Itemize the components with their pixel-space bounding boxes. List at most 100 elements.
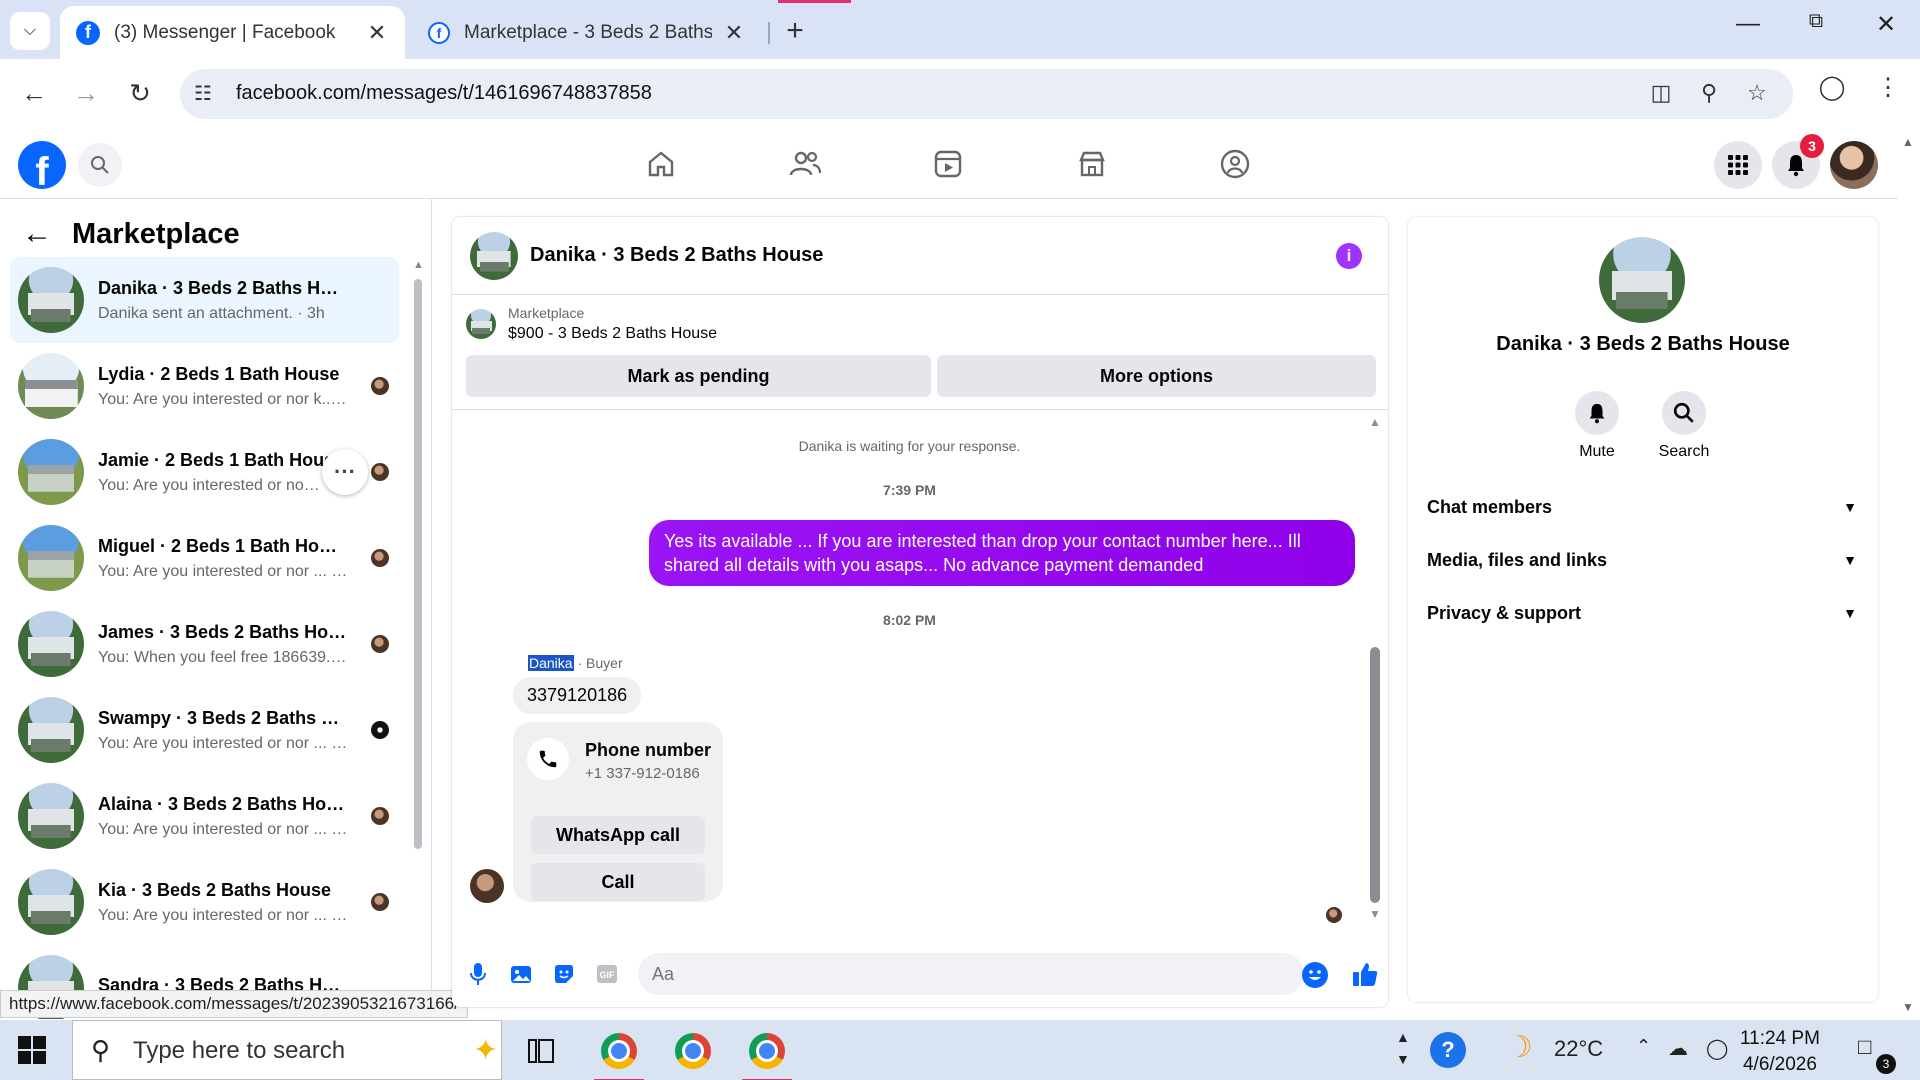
more-options-button[interactable]: More options — [937, 355, 1376, 397]
back-arrow-icon[interactable]: ← — [22, 217, 52, 251]
chat-title[interactable]: Danika · 3 Beds 2 Baths House — [530, 244, 823, 267]
conversation-item[interactable]: James · 3 Beds 2 Baths House You: When y… — [10, 601, 399, 687]
menu-button[interactable] — [1714, 141, 1762, 189]
taskbar-chrome-3[interactable] — [738, 1026, 796, 1080]
conversation-item[interactable]: Lydia · 2 Beds 1 Bath House You: Are you… — [10, 343, 399, 429]
temperature-text[interactable]: 22°C — [1554, 1036, 1603, 1062]
page-scrollbar[interactable] — [1898, 129, 1920, 1019]
install-app-icon[interactable]: ◫ — [1646, 80, 1676, 106]
chat-scroll-down-icon[interactable]: ▼ — [1369, 907, 1381, 921]
nav-groups[interactable] — [1205, 139, 1265, 189]
profile-avatar[interactable] — [1599, 237, 1685, 323]
sidebar-scroll-up-icon[interactable]: ▲ — [413, 259, 424, 271]
microphone-icon[interactable] — [465, 961, 491, 987]
listing-thumbnail — [18, 525, 84, 591]
sender-avatar[interactable] — [470, 869, 504, 903]
tab-search-button[interactable]: ⌵ — [10, 12, 50, 50]
sync-icon[interactable]: ◯ — [1706, 1036, 1728, 1061]
help-icon[interactable]: ? — [1430, 1032, 1466, 1068]
call-button[interactable]: Call — [531, 863, 705, 901]
incoming-message-bubble[interactable]: 3379120186 — [513, 677, 642, 714]
weather-icon[interactable]: ☽ — [1506, 1030, 1533, 1065]
sidebar-scrollbar[interactable] — [414, 279, 422, 849]
emoji-icon[interactable] — [1302, 962, 1328, 988]
tab-messenger[interactable]: f (3) Messenger | Facebook ✕ — [60, 6, 405, 59]
section-chat-members[interactable]: Chat members ▼ — [1427, 487, 1857, 527]
section-privacy-support[interactable]: Privacy & support ▼ — [1427, 593, 1857, 633]
restore-button[interactable]: ⧉ — [1796, 10, 1836, 33]
conversation-item[interactable]: Jamie · 2 Beds 1 Bath House You: Are you… — [10, 429, 399, 515]
conversation-more-button[interactable]: ··· — [322, 449, 368, 495]
sender-name: Danika — [528, 655, 574, 671]
thumbs-up-icon[interactable] — [1350, 959, 1380, 989]
show-hidden-icons-icon[interactable]: ⌃ — [1636, 1036, 1651, 1057]
close-tab-icon[interactable]: ✕ — [365, 20, 389, 46]
conversation-name: Lydia · 2 Beds 1 Bath House — [98, 363, 340, 384]
facebook-search-button[interactable] — [78, 143, 122, 187]
taskbar-chrome-2[interactable] — [664, 1026, 722, 1076]
close-window-button[interactable]: ✕ — [1866, 10, 1906, 39]
facebook-logo-icon[interactable]: f — [18, 141, 66, 189]
profile-icon[interactable]: ◯ — [1814, 73, 1850, 102]
facebook-favicon-icon: f — [428, 21, 450, 44]
close-tab-icon[interactable]: ✕ — [722, 20, 746, 46]
zoom-icon[interactable]: ⚲ — [1694, 80, 1724, 106]
tab-marketplace[interactable]: f Marketplace - 3 Beds 2 Baths H ✕ — [412, 6, 762, 59]
conversation-item[interactable]: Alaina · 3 Beds 2 Baths House You: Are y… — [10, 773, 399, 859]
taskbar-scroll-arrows-icon[interactable]: ▲ ▼ — [1396, 1026, 1410, 1070]
section-media-files-links[interactable]: Media, files and links ▼ — [1427, 540, 1857, 580]
minimize-button[interactable]: — — [1728, 10, 1768, 38]
listing-thumbnail — [18, 353, 84, 419]
taskbar-chrome-1[interactable] — [590, 1026, 648, 1080]
listing-thumbnail — [18, 267, 84, 333]
system-clock[interactable]: 11:24 PM 4/6/2026 — [1740, 1026, 1820, 1078]
marketplace-listing-context[interactable]: Marketplace $900 - 3 Beds 2 Baths House — [466, 305, 717, 343]
back-button[interactable]: ← — [14, 73, 54, 113]
scroll-down-arrow-icon[interactable]: ▼ — [1902, 1000, 1914, 1014]
chat-avatar[interactable] — [470, 231, 518, 280]
sticker-icon[interactable] — [551, 961, 577, 987]
gif-icon[interactable]: GIF — [594, 961, 620, 987]
clock-date: 4/6/2026 — [1742, 1054, 1817, 1075]
mute-action[interactable]: Mute — [1557, 391, 1637, 461]
scroll-up-arrow-icon[interactable]: ▲ — [1902, 135, 1914, 149]
tab-title: Marketplace - 3 Beds 2 Baths H — [464, 21, 712, 43]
forward-button[interactable]: → — [66, 73, 106, 113]
site-info-icon[interactable]: ☷ — [194, 81, 212, 106]
read-receipt-avatar — [371, 807, 389, 825]
new-tab-button[interactable]: + — [778, 14, 812, 48]
bookmark-star-icon[interactable]: ☆ — [1742, 80, 1772, 106]
read-receipt-avatar — [371, 377, 389, 395]
task-view-button[interactable] — [512, 1026, 570, 1076]
chat-pane: Danika · 3 Beds 2 Baths House i Marketpl… — [452, 217, 1388, 1007]
reload-button[interactable]: ↻ — [120, 73, 160, 113]
message-input[interactable] — [638, 953, 1304, 995]
windows-start-button[interactable] — [18, 1036, 46, 1064]
info-icon[interactable]: i — [1336, 243, 1362, 269]
conversation-item[interactable]: Miguel · 2 Beds 1 Bath House You: Are yo… — [10, 515, 399, 601]
context-label: Marketplace — [508, 305, 585, 321]
search-action[interactable]: Search — [1644, 391, 1724, 461]
photo-icon[interactable] — [508, 961, 534, 987]
chat-scroll-up-icon[interactable]: ▲ — [1369, 415, 1381, 429]
conversation-item[interactable]: Swampy · 3 Beds 2 Baths Ho... You: Are y… — [10, 687, 399, 773]
bell-icon — [1788, 155, 1804, 177]
nav-video[interactable] — [918, 139, 978, 189]
outgoing-message-bubble[interactable]: Yes its available ... If you are interes… — [649, 520, 1355, 586]
address-bar[interactable]: ☷ facebook.com/messages/t/14616967488378… — [180, 69, 1793, 119]
account-avatar[interactable] — [1830, 141, 1878, 189]
taskbar-search-box[interactable]: ⚲ Type here to search ✦ — [72, 1020, 502, 1080]
conversation-item[interactable]: Kia · 3 Beds 2 Baths House You: Are you … — [10, 859, 399, 945]
network-icon[interactable]: ☁ — [1668, 1036, 1688, 1061]
url-text[interactable]: facebook.com/messages/t/1461696748837858 — [236, 82, 652, 105]
section-label: Media, files and links — [1427, 549, 1608, 570]
chat-scrollbar[interactable] — [1370, 647, 1380, 903]
nav-friends[interactable] — [775, 139, 835, 189]
nav-home[interactable] — [631, 139, 691, 189]
whatsapp-call-button[interactable]: WhatsApp call — [531, 816, 705, 854]
conversation-item[interactable]: Danika · 3 Beds 2 Baths House Danika sen… — [10, 257, 399, 343]
menu-kebab-icon[interactable]: ⋮ — [1870, 73, 1906, 102]
mark-as-pending-button[interactable]: Mark as pending — [466, 355, 931, 397]
nav-marketplace[interactable] — [1062, 139, 1122, 189]
waiting-notice: Danika is waiting for your response. — [798, 438, 1021, 454]
